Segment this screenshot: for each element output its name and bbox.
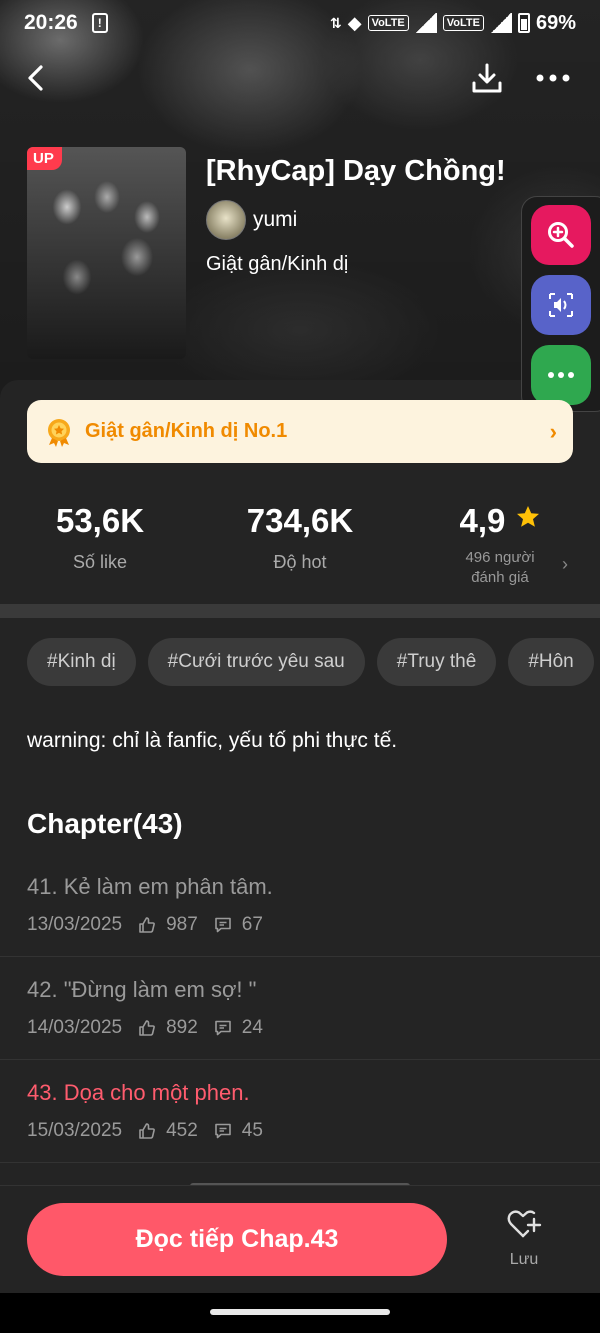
chapter-date: 13/03/2025 — [27, 914, 123, 935]
signal-icon-2 — [489, 13, 512, 33]
floating-tool-panel — [521, 196, 600, 412]
hot-value: 734,6K — [246, 502, 354, 539]
chapter-row-current[interactable]: 43. Dọa cho một phen. 15/03/2025 452 45 — [0, 1060, 600, 1163]
update-badge: UP — [27, 147, 62, 170]
battery-percent: 69% — [535, 11, 576, 34]
author-avatar[interactable] — [206, 200, 246, 240]
audio-icon — [549, 293, 573, 317]
chapter-comments: 24 — [241, 1017, 263, 1038]
notification-icon: ! — [91, 13, 108, 33]
chapter-title: 41. Kẻ làm em phân tâm. — [27, 874, 273, 899]
chapter-date: 15/03/2025 — [27, 1120, 123, 1141]
chat-dots-icon — [548, 372, 574, 378]
signal-icon-1 — [414, 13, 437, 33]
volte-badge-2: VoLTE — [442, 15, 484, 31]
section-divider — [0, 604, 600, 618]
chapter-title: 43. Dọa cho một phen. — [27, 1080, 250, 1105]
rank-label: Giật gân/Kinh dị No.1 — [85, 420, 288, 442]
status-bar: 20:26 ! ⇅ ◆ VoLTE VoLTE 69% — [0, 0, 600, 46]
zoom-button[interactable] — [531, 205, 591, 265]
comment-icon — [214, 917, 231, 933]
data-arrows-icon: ⇅ — [329, 14, 342, 31]
tag-item[interactable]: #Truy thê — [376, 638, 497, 686]
comment-icon — [214, 1020, 231, 1036]
chevron-right-icon: › — [549, 418, 557, 444]
save-button[interactable]: Lưu — [500, 1208, 548, 1269]
comment-icon — [214, 1123, 231, 1139]
rating-value: 4,9 — [459, 502, 506, 539]
chapter-meta: 14/03/2025 892 24 — [27, 1017, 263, 1039]
tag-item[interactable]: #Hôn — [508, 638, 594, 686]
save-label: Lưu — [509, 1251, 539, 1268]
status-right: ⇅ ◆ VoLTE VoLTE 69% — [330, 12, 576, 35]
likes-label: Số like — [72, 552, 128, 572]
chapter-meta: 15/03/2025 452 45 — [27, 1120, 263, 1142]
chapter-title: 42. "Đừng làm em sợ! " — [27, 977, 257, 1002]
star-icon — [516, 506, 539, 527]
more-button[interactable] — [531, 56, 575, 100]
download-button[interactable] — [465, 56, 509, 100]
system-nav-bar — [0, 1293, 600, 1333]
heart-plus-icon — [507, 1210, 542, 1238]
zoom-icon — [548, 222, 574, 248]
tag-item[interactable]: #Cưới trước yêu sau — [147, 638, 365, 686]
chapter-date: 14/03/2025 — [27, 1017, 123, 1038]
continue-reading-button[interactable]: Đọc tiếp Chap.43 — [27, 1203, 447, 1276]
chapter-heading[interactable]: Chapter(43) — [27, 808, 183, 840]
rating-row: 4,9 — [430, 502, 570, 540]
stat-likes: 53,6K Số like — [40, 502, 160, 573]
rating-count: 496 người đánh giá › — [430, 548, 570, 588]
home-handle[interactable] — [210, 1309, 390, 1315]
stat-rating[interactable]: 4,9 496 người đánh giá › — [430, 502, 570, 588]
rating-chevron-icon: › — [562, 554, 568, 574]
thumb-up-icon — [139, 1020, 156, 1036]
wifi-icon: ◆ — [347, 12, 362, 33]
thumb-up-icon — [139, 1123, 156, 1139]
chapter-likes: 892 — [166, 1017, 198, 1038]
stat-hot: 734,6K Độ hot — [230, 502, 370, 573]
chat-button[interactable] — [531, 345, 591, 405]
tag-list: #Kinh dị #Cưới trước yêu sau #Truy thê #… — [27, 638, 594, 686]
chapter-comments: 67 — [241, 914, 263, 935]
author-row[interactable]: yumi — [206, 200, 297, 240]
rating-count-line1: 496 người — [465, 549, 535, 566]
audio-button[interactable] — [531, 275, 591, 335]
chapter-likes: 452 — [166, 1120, 198, 1141]
volte-badge-1: VoLTE — [367, 15, 409, 31]
chapter-comments: 45 — [241, 1120, 263, 1141]
chapter-likes: 987 — [166, 914, 198, 935]
book-cover[interactable] — [27, 147, 186, 359]
download-icon — [472, 63, 502, 93]
battery-icon — [517, 13, 530, 33]
chapter-row[interactable]: 41. Kẻ làm em phân tâm. 13/03/2025 987 6… — [0, 854, 600, 957]
likes-value: 53,6K — [55, 502, 145, 539]
chapter-meta: 13/03/2025 987 67 — [27, 914, 263, 936]
book-title: [RhyCap] Dạy Chồng! — [206, 155, 506, 187]
rank-banner[interactable]: Giật gân/Kinh dị No.1 › — [27, 400, 573, 463]
medal-icon — [48, 418, 70, 447]
more-dots-icon — [536, 74, 570, 82]
hot-label: Độ hot — [273, 552, 327, 572]
status-time: 20:26 — [24, 11, 78, 34]
thumb-up-icon — [139, 917, 156, 933]
top-nav — [0, 52, 600, 104]
tag-item[interactable]: #Kinh dị — [27, 638, 136, 686]
book-genre: Giật gân/Kinh dị — [206, 253, 349, 275]
rating-count-line2: đánh giá — [471, 569, 529, 586]
author-name[interactable]: yumi — [253, 208, 297, 232]
back-arrow-icon — [28, 65, 43, 91]
book-description: warning: chỉ là fanfic, yếu tố phi thực … — [27, 729, 398, 752]
chapter-row[interactable]: 42. "Đừng làm em sợ! " 14/03/2025 892 24 — [0, 957, 600, 1060]
back-button[interactable] — [14, 56, 58, 100]
